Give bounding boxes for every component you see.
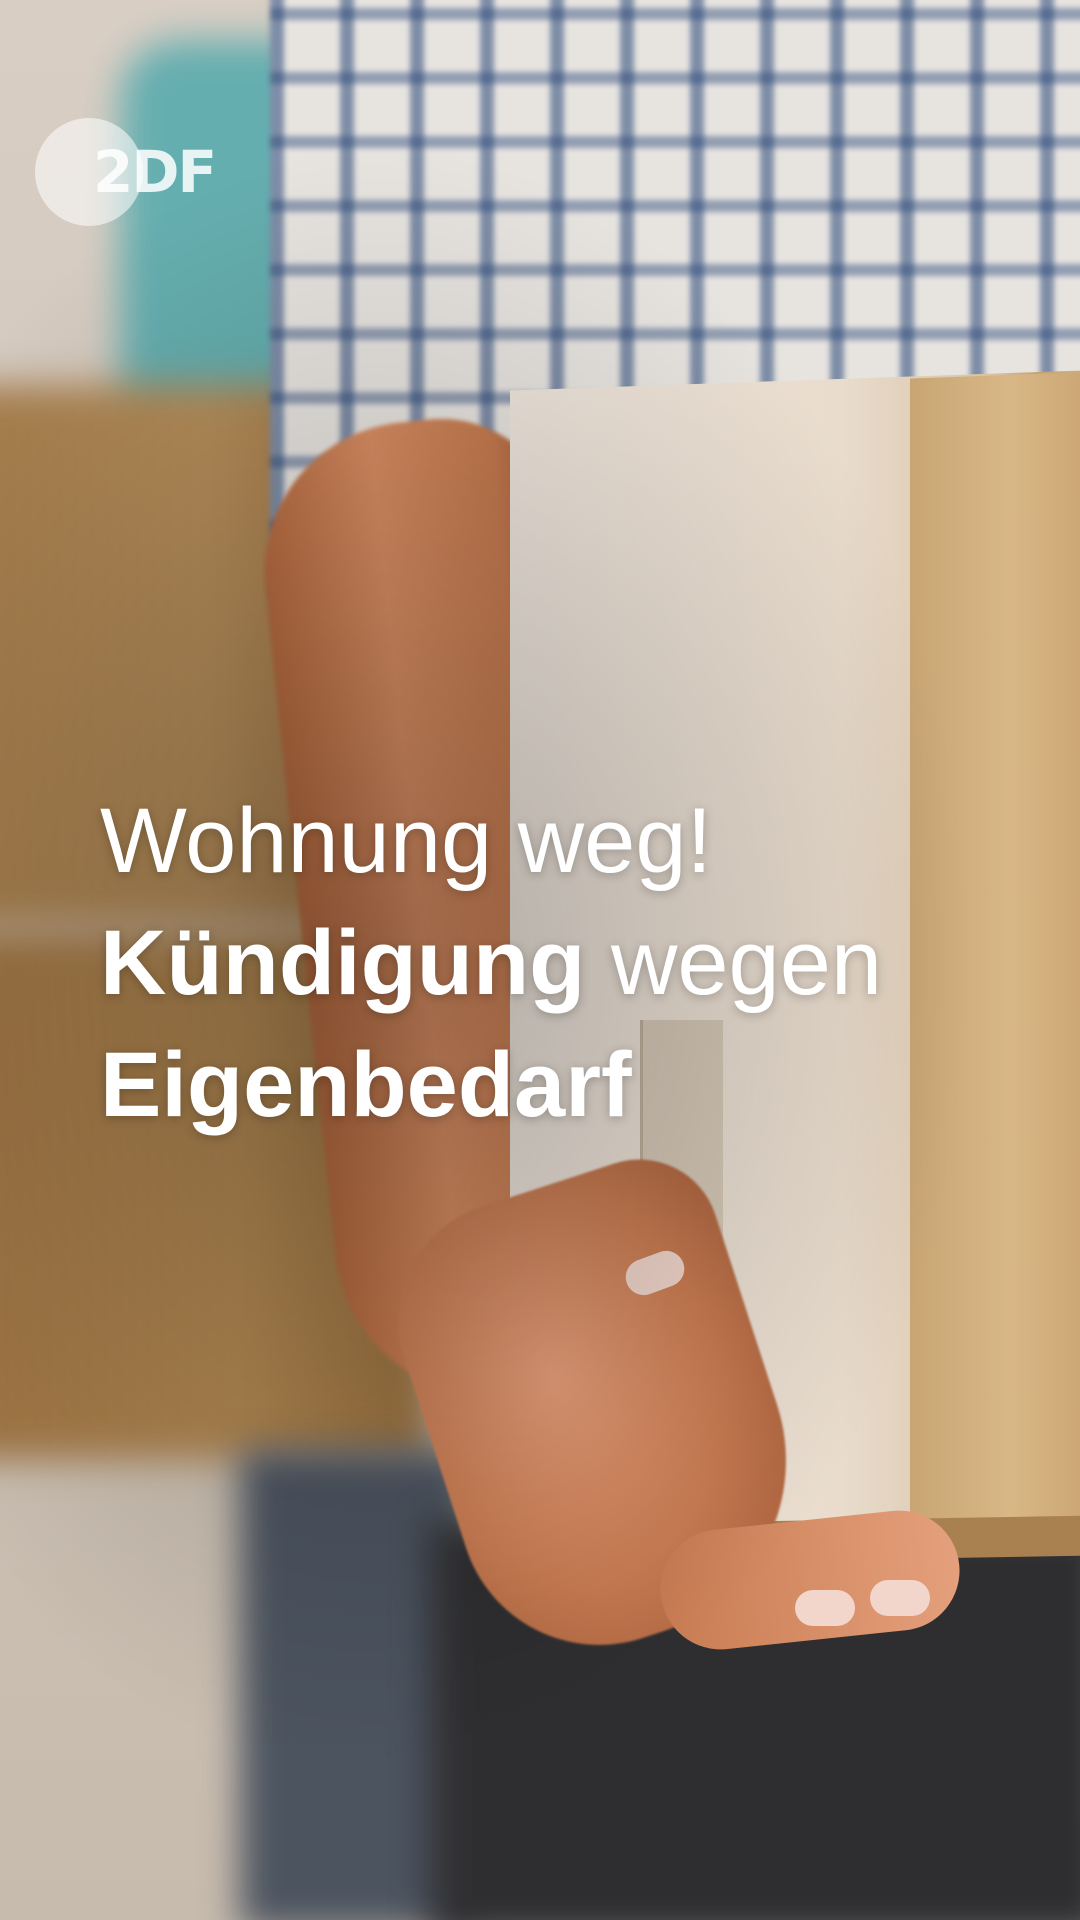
headline-word-wegen: wegen — [585, 912, 883, 1014]
zdf-logo: 2DF — [35, 118, 217, 226]
headline-line-1: Wohnung weg! — [100, 790, 713, 892]
headline-line-3: Eigenbedarf — [100, 1034, 632, 1136]
story-card: 2DF Wohnung weg! Kündigung wegen Eigenbe… — [0, 0, 1080, 1920]
headline: Wohnung weg! Kündigung wegen Eigenbedarf — [100, 780, 1000, 1146]
headline-line-2: Kündigung wegen — [100, 902, 1000, 1024]
headline-keyword-kuendigung: Kündigung — [100, 912, 586, 1014]
logo-text: 2DF — [93, 138, 217, 206]
